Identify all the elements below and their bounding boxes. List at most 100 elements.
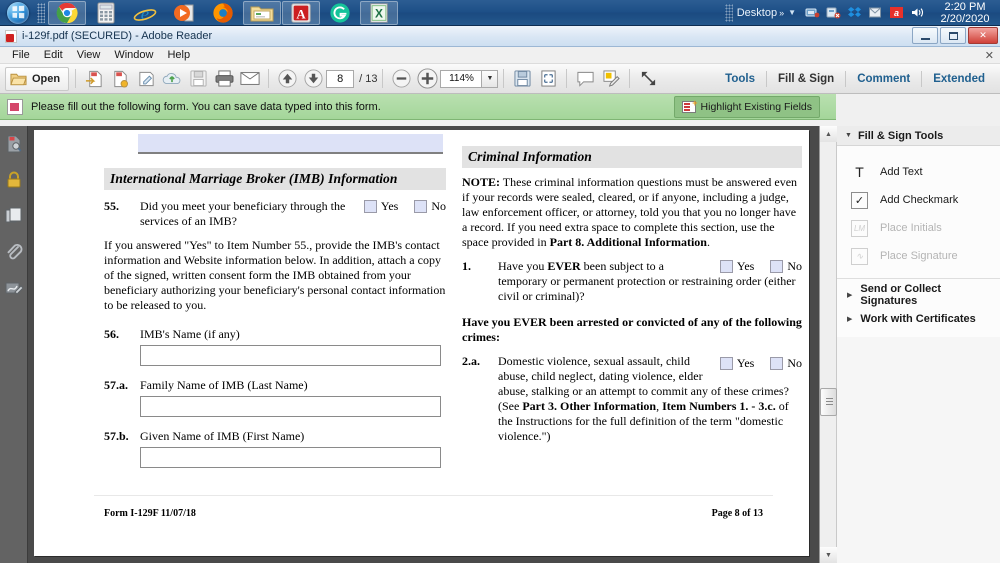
add-text-tool[interactable]: T Add Text — [837, 158, 1000, 186]
question-55-yes-checkbox[interactable] — [363, 200, 377, 213]
taskbar-clock[interactable]: 2:20 PM 2/20/2020 — [934, 1, 996, 25]
chevron-down-icon[interactable]: ▼ — [788, 8, 796, 17]
scroll-down-button[interactable]: ▼ — [820, 547, 837, 563]
taskbar-chrome-button[interactable] — [48, 0, 86, 25]
taskbar-grammarly-button[interactable] — [321, 1, 359, 25]
close-document-icon[interactable]: ✕ — [985, 49, 994, 62]
tray-overflow-icon[interactable]: » — [779, 8, 784, 18]
note-end: . — [706, 235, 710, 249]
footer-form-id: Form I-129F 11/07/18 — [104, 508, 196, 519]
menu-view[interactable]: View — [70, 48, 108, 63]
fill-and-sign-panel-header[interactable]: ▼ Fill & Sign Tools — [837, 126, 1000, 146]
removable-media-icon[interactable] — [825, 4, 842, 21]
field-57b-input[interactable] — [140, 447, 441, 468]
taskbar-firefox-button[interactable] — [204, 1, 242, 25]
field-56-input[interactable] — [140, 345, 441, 366]
taskbar-adobe-reader-button[interactable]: A — [282, 0, 320, 25]
show-desktop-label[interactable]: Desktop — [737, 7, 777, 19]
scroll-up-button[interactable]: ▲ — [820, 126, 837, 142]
zoom-in-button[interactable] — [415, 67, 439, 91]
system-tray: Desktop » ▼ a 2:20 PM 2/20/2020 — [724, 0, 1000, 26]
tools-tab[interactable]: Tools — [714, 73, 766, 85]
question-2a-yes-checkbox[interactable] — [719, 357, 733, 370]
document-vertical-scrollbar[interactable]: ▲ ▼ — [819, 126, 837, 563]
svg-text:A: A — [296, 7, 306, 21]
comment-tab[interactable]: Comment — [846, 73, 921, 85]
fill-and-sign-tab[interactable]: Fill & Sign — [767, 73, 845, 85]
pages-icon[interactable] — [4, 206, 24, 226]
save-a-copy-button[interactable] — [82, 67, 106, 91]
page-thumbnails-icon[interactable] — [4, 134, 24, 154]
action-center-icon[interactable] — [867, 4, 884, 21]
previous-page-button[interactable] — [275, 67, 299, 91]
toolbar-separator-4 — [503, 69, 505, 88]
calculator-icon — [97, 2, 115, 23]
question-55: 55. Yes No Did you meet your beneficiary… — [104, 199, 446, 229]
zoom-out-button[interactable] — [389, 67, 413, 91]
avast-icon[interactable]: a — [888, 4, 905, 21]
highlight-text-button[interactable] — [599, 67, 623, 91]
navigation-pane — [0, 126, 28, 563]
highlight-existing-fields-button[interactable]: + Highlight Existing Fields — [673, 96, 820, 118]
work-with-certificates-section[interactable]: ▶ Work with Certificates — [837, 307, 1000, 331]
minimize-button[interactable] — [912, 27, 938, 44]
zoom-dropdown-button[interactable]: ▼ — [482, 69, 499, 88]
upload-cloud-button[interactable] — [160, 67, 184, 91]
right-column: Criminal Information NOTE: These crimina… — [462, 146, 802, 444]
dropbox-icon[interactable] — [846, 4, 863, 21]
tray-grip[interactable] — [724, 3, 733, 22]
left-column: International Marriage Broker (IMB) Info… — [104, 168, 446, 468]
signatures-icon[interactable] — [4, 278, 24, 298]
menu-file[interactable]: File — [5, 48, 37, 63]
taskbar-internet-explorer-button[interactable]: e — [126, 1, 164, 25]
send-or-collect-signatures-section[interactable]: ▶ Send or Collect Signatures — [837, 283, 1000, 307]
field-57a-input[interactable] — [140, 396, 441, 417]
field-56-label-row: 56. IMB's Name (if any) — [104, 327, 446, 342]
pdf-document-icon — [5, 29, 17, 43]
menu-help[interactable]: Help — [160, 48, 197, 63]
print-button[interactable] — [212, 67, 236, 91]
document-canvas[interactable]: International Marriage Broker (IMB) Info… — [28, 126, 819, 563]
fill-and-sign-panel-title: Fill & Sign Tools — [857, 129, 944, 142]
fullscreen-button[interactable] — [636, 67, 660, 91]
question-1-body-a: Have you — [498, 259, 548, 273]
comment-button[interactable] — [573, 67, 597, 91]
arrow-down-icon — [304, 69, 323, 88]
network-icon[interactable] — [804, 4, 821, 21]
menu-window[interactable]: Window — [107, 48, 160, 63]
open-button[interactable]: Open — [5, 66, 70, 91]
add-checkmark-tool[interactable]: ✓ Add Checkmark — [837, 186, 1000, 214]
attach-file-button[interactable] — [108, 67, 132, 91]
taskbar-excel-button[interactable]: X — [360, 0, 398, 25]
taskbar-media-player-button[interactable] — [165, 1, 203, 25]
email-button[interactable] — [238, 67, 262, 91]
form-field-above[interactable] — [138, 134, 443, 154]
save-button[interactable] — [186, 67, 210, 91]
edit-document-button[interactable] — [134, 67, 158, 91]
volume-icon[interactable] — [909, 4, 926, 21]
save-file-button[interactable] — [510, 67, 534, 91]
menu-edit[interactable]: Edit — [37, 48, 70, 63]
taskbar-grip[interactable] — [37, 2, 45, 23]
page-number-input[interactable]: 8 — [326, 69, 355, 88]
taskbar-file-explorer-button[interactable] — [243, 0, 281, 25]
attachments-paperclip-icon[interactable] — [4, 242, 24, 262]
question-55-no-checkbox[interactable] — [414, 200, 428, 213]
criminal-note: NOTE: These criminal information questio… — [462, 175, 802, 250]
question-1-no-checkbox[interactable] — [770, 260, 784, 273]
security-lock-icon[interactable] — [4, 170, 24, 190]
taskbar-calculator-button[interactable] — [87, 1, 125, 25]
zoom-level-input[interactable]: 114% — [440, 69, 483, 88]
maximize-button[interactable] — [940, 27, 966, 44]
question-1-yes-checkbox[interactable] — [719, 260, 733, 273]
question-2a-no-checkbox[interactable] — [770, 357, 784, 370]
next-page-button[interactable] — [301, 67, 325, 91]
extended-tab[interactable]: Extended — [922, 73, 996, 85]
start-button[interactable] — [2, 1, 34, 25]
toolbar-separator-5 — [566, 69, 568, 88]
scrollbar-thumb[interactable] — [820, 388, 837, 416]
question-2a-answers: Yes No — [719, 356, 802, 371]
window-titlebar: i-129f.pdf (SECURED) - Adobe Reader ✕ — [0, 26, 1000, 47]
fit-page-button[interactable] — [536, 67, 560, 91]
close-button[interactable]: ✕ — [968, 27, 998, 44]
